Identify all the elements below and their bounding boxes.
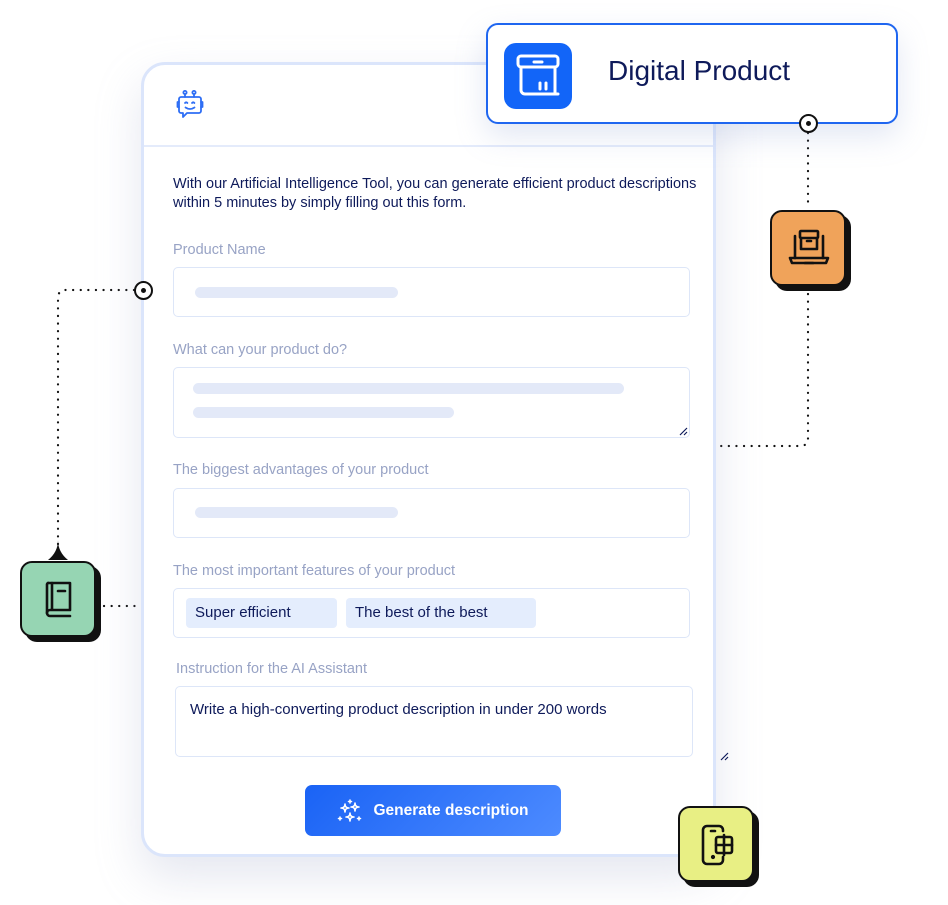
generate-description-button[interactable]: Generate description [305,785,561,836]
product-description-form: With our Artificial Intelligence Tool, y… [141,62,729,857]
resize-handle-icon[interactable] [678,426,688,436]
generate-description-label: Generate description [373,801,529,819]
laptop-box-icon [788,229,830,265]
ai-instruction-value: Write a high-converting product descript… [190,701,607,718]
robot-chat-icon [176,89,204,118]
product-name-input[interactable] [173,267,690,317]
placeholder-bar [195,507,398,518]
connector-node [799,114,818,133]
placeholder-bar [193,407,454,418]
features-tag-input[interactable]: Super efficient The best of the best [173,588,690,638]
advantages-input[interactable] [173,488,690,538]
connector-node [134,281,153,300]
field-label-product-name: Product Name [173,242,266,258]
placeholder-bar [193,383,624,394]
feature-tag[interactable]: Super efficient [186,598,337,628]
ai-instruction-textarea[interactable]: Write a high-converting product descript… [175,686,693,757]
archive-box-icon [504,43,572,109]
devices-tile [678,806,754,882]
placeholder-bar [195,287,398,298]
laptop-box-tile [770,210,846,286]
field-label-features: The most important features of your prod… [173,563,456,579]
digital-product-title: Digital Product [608,55,791,86]
field-label-product-capabilities: What can your product do? [173,342,348,358]
devices-icon [701,824,734,866]
feature-tag[interactable]: The best of the best [346,598,536,628]
book-icon [45,581,72,618]
intro-text: With our Artificial Intelligence Tool, y… [173,176,697,211]
field-label-ai-instruction: Instruction for the AI Assistant [176,661,368,677]
product-capabilities-textarea[interactable] [173,367,690,438]
digital-product-card: Digital Product [486,23,898,124]
field-label-advantages: The biggest advantages of your product [173,462,429,478]
book-tile [20,561,96,637]
resize-handle-icon[interactable] [719,751,729,761]
sparkles-icon [338,798,362,822]
